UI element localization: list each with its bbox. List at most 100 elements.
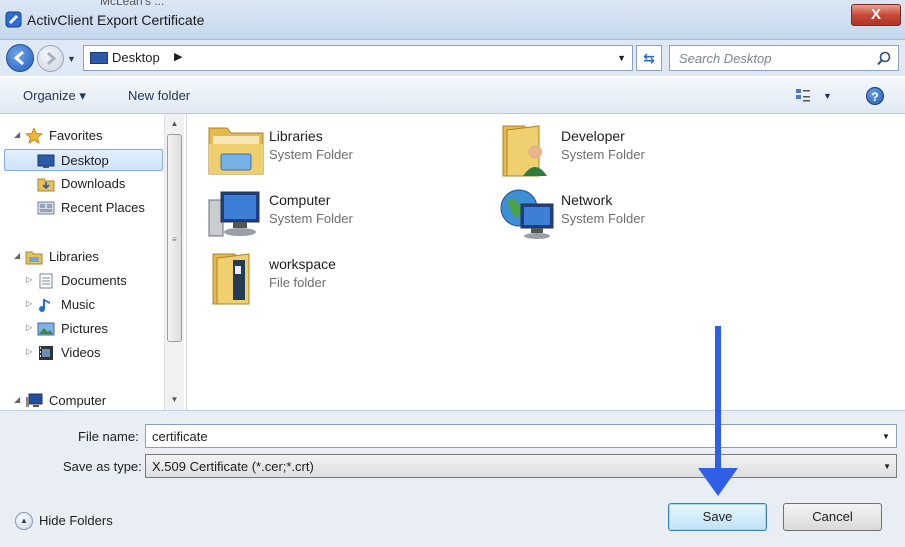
chevron-down-icon[interactable]: ▼ <box>883 462 891 471</box>
item-name: Developer <box>561 128 625 144</box>
file-name-dropdown-icon[interactable]: ▼ <box>882 432 890 441</box>
grip-icon: ≡ <box>172 235 177 244</box>
sidebar-item-videos[interactable]: ▷ Videos <box>0 342 164 364</box>
file-list: Libraries System Folder Developer System… <box>186 114 905 410</box>
libraries-icon <box>208 127 264 175</box>
address-location[interactable]: Desktop <box>112 50 160 65</box>
item-type: System Folder <box>561 211 645 226</box>
sidebar-item-label: Computer <box>49 393 107 408</box>
sidebar-item-label: Pictures <box>61 321 108 336</box>
views-dropdown-icon[interactable]: ▼ <box>823 91 832 101</box>
breadcrumb-chevron-icon[interactable]: ▶ <box>174 50 182 63</box>
collapse-icon[interactable]: ◢ <box>14 251 20 260</box>
item-type: File folder <box>269 275 327 290</box>
sidebar-item-label: Recent Places <box>61 200 145 215</box>
sidebar-item-label: Downloads <box>61 176 126 191</box>
forward-button[interactable] <box>37 45 64 72</box>
computer-icon <box>26 393 43 407</box>
sidebar-item-recent-places[interactable]: Recent Places <box>0 197 164 219</box>
sidebar-item-libraries[interactable]: ◢ Libraries <box>0 246 164 268</box>
sidebar-item-label: Videos <box>61 345 101 360</box>
sidebar-item-computer[interactable]: ◢ Computer <box>0 390 164 410</box>
item-name: workspace <box>269 256 336 272</box>
sidebar-item-label: Favorites <box>49 128 103 143</box>
list-item-developer[interactable]: Developer System Folder <box>499 122 759 178</box>
save-type-value: X.509 Certificate (*.cer;*.crt) <box>152 459 314 474</box>
title-bar: McLean's ... ActivClient Export Certific… <box>0 0 905 40</box>
window-title: ActivClient Export Certificate <box>27 12 205 28</box>
libraries-icon <box>25 251 43 265</box>
item-name: Network <box>561 192 613 208</box>
new-folder-button[interactable]: New folder <box>128 88 190 103</box>
sidebar-item-pictures[interactable]: ▷ Pictures <box>0 318 164 340</box>
dialog-footer: ▲ Hide Folders Save Cancel <box>0 498 905 547</box>
documents-icon <box>39 273 53 289</box>
videos-icon <box>39 346 53 360</box>
save-type-label: Save as type: <box>63 459 142 474</box>
sidebar-item-label: Desktop <box>61 153 109 168</box>
navigation-pane: ◢ Favorites Desktop Downloads Recent Pla… <box>0 114 184 410</box>
recent-pages-dropdown[interactable]: ▼ <box>67 54 76 64</box>
hide-folders-icon[interactable]: ▲ <box>15 512 33 530</box>
list-item-computer[interactable]: Computer System Folder <box>207 186 467 242</box>
back-arrow-icon <box>13 50 24 66</box>
downloads-folder-icon <box>37 178 55 192</box>
search-icon[interactable] <box>876 51 892 67</box>
list-item-network[interactable]: Network System Folder <box>499 186 759 242</box>
sidebar-item-documents[interactable]: ▷ Documents <box>0 270 164 292</box>
organize-menu[interactable]: Organize ▾ <box>23 88 86 104</box>
sidebar-item-downloads[interactable]: Downloads <box>0 173 164 195</box>
expand-icon[interactable]: ▷ <box>26 323 32 332</box>
desktop-icon <box>37 154 55 168</box>
address-dropdown-icon[interactable]: ▼ <box>617 53 626 63</box>
list-item-workspace[interactable]: workspace File folder <box>207 250 467 306</box>
scroll-down-icon[interactable]: ▼ <box>165 392 184 408</box>
save-details-pane: File name: ▼ Save as type: X.509 Certifi… <box>0 410 905 498</box>
scrollbar-thumb[interactable]: ≡ <box>167 134 182 342</box>
computer-icon <box>208 191 260 237</box>
save-type-select[interactable]: X.509 Certificate (*.cer;*.crt) ▼ <box>145 454 897 478</box>
file-name-field[interactable] <box>145 424 897 448</box>
collapse-icon[interactable]: ◢ <box>14 130 20 139</box>
collapse-icon[interactable]: ◢ <box>14 395 20 404</box>
sidebar-item-desktop[interactable]: Desktop <box>4 149 163 171</box>
recent-places-icon <box>37 201 55 215</box>
cancel-button[interactable]: Cancel <box>783 503 882 531</box>
sidebar-item-music[interactable]: ▷ Music <box>0 294 164 316</box>
views-icon[interactable] <box>795 88 811 104</box>
expand-icon[interactable]: ▷ <box>26 347 32 356</box>
search-box[interactable]: Search Desktop <box>669 45 899 71</box>
sidebar-item-favorites[interactable]: ◢ Favorites <box>0 125 164 147</box>
navigation-scrollbar[interactable]: ▲ ≡ ▼ <box>164 114 184 410</box>
item-name: Libraries <box>269 128 323 144</box>
app-icon <box>5 11 22 28</box>
item-type: System Folder <box>269 211 353 226</box>
list-item-libraries[interactable]: Libraries System Folder <box>207 122 467 178</box>
help-button[interactable]: ? <box>866 87 884 105</box>
music-icon <box>39 299 50 312</box>
user-folder-icon <box>502 125 547 177</box>
scroll-up-icon[interactable]: ▲ <box>165 116 184 132</box>
search-input[interactable]: Search Desktop <box>679 51 772 66</box>
forward-arrow-icon <box>46 51 57 66</box>
close-button[interactable]: X <box>851 4 901 26</box>
expand-icon[interactable]: ▷ <box>26 275 32 284</box>
refresh-button[interactable]: ⇆ <box>636 45 662 71</box>
file-name-label: File name: <box>78 429 139 444</box>
item-name: Computer <box>269 192 331 208</box>
back-button[interactable] <box>6 44 34 72</box>
sidebar-item-label: Documents <box>61 273 127 288</box>
save-button[interactable]: Save <box>668 503 767 531</box>
annotation-arrow-icon <box>698 326 738 496</box>
folder-icon <box>212 253 250 305</box>
hide-folders-button[interactable]: Hide Folders <box>39 513 113 528</box>
background-window-text: McLean's ... <box>100 0 165 8</box>
network-icon <box>500 189 554 239</box>
sidebar-item-label: Libraries <box>49 249 99 264</box>
expand-icon[interactable]: ▷ <box>26 299 32 308</box>
command-bar: Organize ▾ New folder ▼ <box>0 76 905 114</box>
sidebar-item-label: Music <box>61 297 95 312</box>
pictures-icon <box>37 322 55 336</box>
address-bar[interactable]: Desktop ▶ ▼ <box>83 45 633 71</box>
address-row: ▼ Desktop ▶ ▼ ⇆ Search Desktop <box>0 40 905 76</box>
